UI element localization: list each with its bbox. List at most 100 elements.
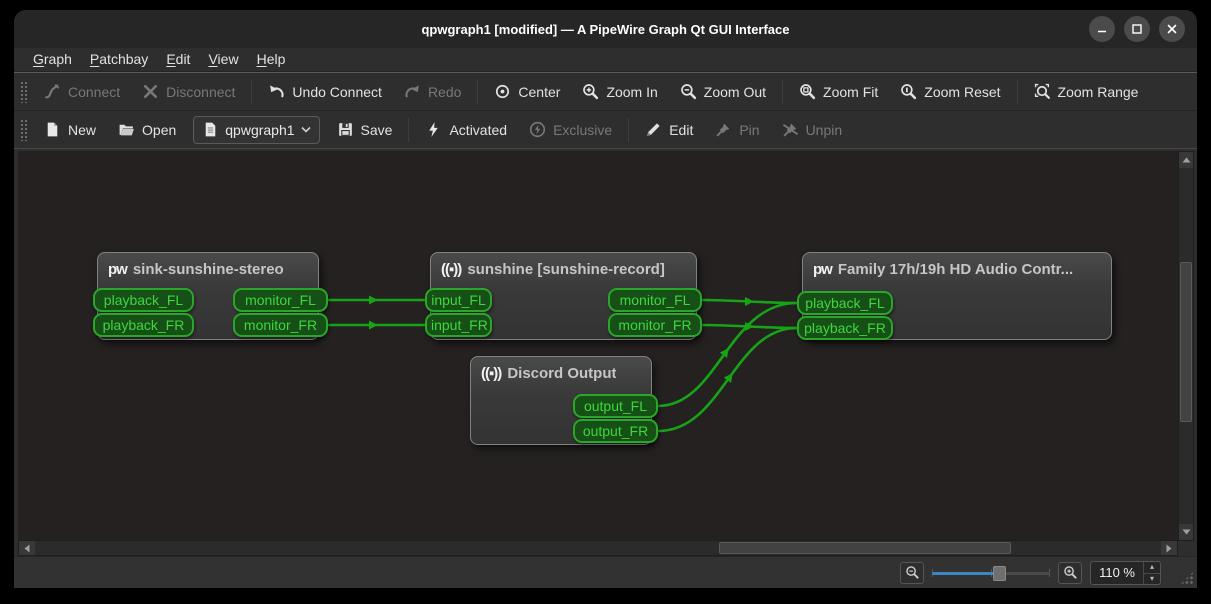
- toolbar-separator: [477, 80, 478, 104]
- zoom-range-button[interactable]: Zoom Range: [1023, 77, 1150, 107]
- edit-button[interactable]: Edit: [634, 115, 704, 145]
- vertical-scroll-thumb[interactable]: [1180, 262, 1192, 422]
- horizontal-scrollbar[interactable]: [18, 540, 1178, 556]
- pin-button[interactable]: Pin: [704, 115, 770, 145]
- port-playback-fl[interactable]: playback_FL: [797, 291, 893, 315]
- port-monitor-fl[interactable]: monitor_FL: [233, 288, 328, 312]
- spin-arrows: ▴ ▾: [1143, 562, 1160, 584]
- toolbar-file: New Open qpwgraph1 Save Activated Exclus…: [14, 110, 1197, 148]
- port-monitor-fl[interactable]: monitor_FL: [608, 288, 702, 312]
- port-input-fr[interactable]: input_FR: [425, 313, 492, 337]
- zoom-spinbox[interactable]: 110 % ▴ ▾: [1090, 561, 1161, 585]
- disconnect-icon: [142, 83, 159, 100]
- port-output-fr[interactable]: output_FR: [573, 419, 658, 443]
- spin-up-button[interactable]: ▴: [1144, 562, 1160, 573]
- scroll-right-button[interactable]: [1161, 541, 1177, 555]
- exclusive-button[interactable]: Exclusive: [518, 115, 623, 145]
- activated-button[interactable]: Activated: [414, 115, 518, 145]
- zoom-out-icon: [680, 83, 697, 100]
- toolbar-separator: [628, 118, 629, 142]
- vertical-scrollbar[interactable]: [1178, 151, 1194, 541]
- zoom-reset-button[interactable]: Zoom Reset: [889, 77, 1011, 107]
- zoom-out-button[interactable]: Zoom Out: [669, 77, 777, 107]
- menubar: Graph Patchbay Edit View Help: [14, 48, 1197, 72]
- toolbar-main: Connect Disconnect Undo Connect Redo Cen…: [14, 72, 1197, 110]
- titlebar[interactable]: qpwgraph1 [modified] — A PipeWire Graph …: [14, 10, 1197, 48]
- graph-canvas[interactable]: pw sink-sunshine-stereo playback_FL play…: [18, 151, 1178, 541]
- patchbay-select-value: qpwgraph1: [225, 122, 294, 138]
- chevron-down-icon: [301, 126, 311, 133]
- minimize-button[interactable]: [1089, 16, 1115, 42]
- menu-graph[interactable]: Graph: [24, 48, 81, 72]
- pin-icon: [715, 121, 732, 138]
- zoom-slider[interactable]: [932, 562, 1050, 584]
- toolbar-separator: [1017, 80, 1018, 104]
- canvas-area: pw sink-sunshine-stereo playback_FL play…: [14, 148, 1197, 556]
- close-icon: [1166, 23, 1178, 35]
- resize-grip[interactable]: [1180, 571, 1194, 585]
- new-file-icon: [44, 121, 61, 138]
- horizontal-scroll-thumb[interactable]: [719, 542, 1011, 554]
- statusbar: 110 % ▴ ▾: [14, 556, 1197, 588]
- edit-pencil-icon: [645, 121, 662, 138]
- port-input-fl[interactable]: input_FL: [425, 288, 492, 312]
- save-icon: [337, 121, 354, 138]
- save-button[interactable]: Save: [326, 115, 404, 145]
- arrow-up-icon: [1182, 157, 1191, 163]
- arrow-down-icon: [1182, 529, 1191, 535]
- maximize-button[interactable]: [1124, 16, 1150, 42]
- open-button[interactable]: Open: [107, 115, 187, 145]
- port-monitor-fr[interactable]: monitor_FR: [233, 313, 328, 337]
- scroll-down-button[interactable]: [1179, 524, 1193, 540]
- scroll-up-button[interactable]: [1179, 152, 1193, 168]
- center-icon: [494, 83, 511, 100]
- port-playback-fl[interactable]: playback_FL: [93, 288, 194, 312]
- new-button[interactable]: New: [33, 115, 107, 145]
- zoom-in-button[interactable]: Zoom In: [571, 77, 668, 107]
- zoom-out-mini-button[interactable]: [900, 562, 924, 584]
- toolbar-grip[interactable]: [20, 81, 27, 103]
- minimize-icon: [1096, 23, 1108, 35]
- port-playback-fr[interactable]: playback_FR: [797, 316, 893, 340]
- window-title: qpwgraph1 [modified] — A PipeWire Graph …: [421, 22, 789, 37]
- disconnect-button[interactable]: Disconnect: [131, 77, 246, 107]
- toolbar-grip[interactable]: [20, 119, 27, 141]
- exclusive-bolt-icon: [529, 121, 546, 138]
- connect-button[interactable]: Connect: [33, 77, 131, 107]
- undo-connect-button[interactable]: Undo Connect: [257, 77, 393, 107]
- open-folder-icon: [118, 121, 135, 138]
- window-controls: [1089, 16, 1185, 42]
- zoom-in-mini-button[interactable]: [1058, 562, 1082, 584]
- slider-handle[interactable]: [993, 566, 1006, 581]
- zoom-fit-button[interactable]: Zoom Fit: [788, 77, 889, 107]
- spin-down-button[interactable]: ▾: [1144, 573, 1160, 584]
- slider-fill: [932, 572, 997, 575]
- center-button[interactable]: Center: [483, 77, 571, 107]
- zoom-out-icon: [905, 565, 920, 580]
- patchbay-file-icon: [202, 121, 219, 138]
- zoom-in-icon: [582, 83, 599, 100]
- menu-view[interactable]: View: [199, 48, 247, 72]
- menu-patchbay[interactable]: Patchbay: [81, 48, 157, 72]
- zoom-value: 110 %: [1091, 562, 1143, 584]
- menu-edit[interactable]: Edit: [157, 48, 199, 72]
- menu-help[interactable]: Help: [248, 48, 295, 72]
- activated-bolt-icon: [425, 121, 442, 138]
- redo-button[interactable]: Redo: [393, 77, 472, 107]
- port-playback-fr[interactable]: playback_FR: [93, 313, 194, 337]
- arrow-right-icon: [1166, 544, 1172, 553]
- toolbar-separator: [251, 80, 252, 104]
- connect-icon: [44, 83, 61, 100]
- toolbar-separator: [782, 80, 783, 104]
- qpwgraph-window: qpwgraph1 [modified] — A PipeWire Graph …: [14, 10, 1197, 588]
- scroll-left-button[interactable]: [19, 541, 35, 555]
- port-monitor-fr[interactable]: monitor_FR: [608, 313, 702, 337]
- unpin-icon: [782, 121, 799, 138]
- close-button[interactable]: [1159, 16, 1185, 42]
- port-output-fl[interactable]: output_FL: [573, 394, 658, 418]
- unpin-button[interactable]: Unpin: [771, 115, 854, 145]
- patchbay-select[interactable]: qpwgraph1: [193, 116, 319, 144]
- maximize-icon: [1131, 23, 1143, 35]
- redo-icon: [404, 83, 421, 100]
- zoom-in-icon: [1063, 565, 1078, 580]
